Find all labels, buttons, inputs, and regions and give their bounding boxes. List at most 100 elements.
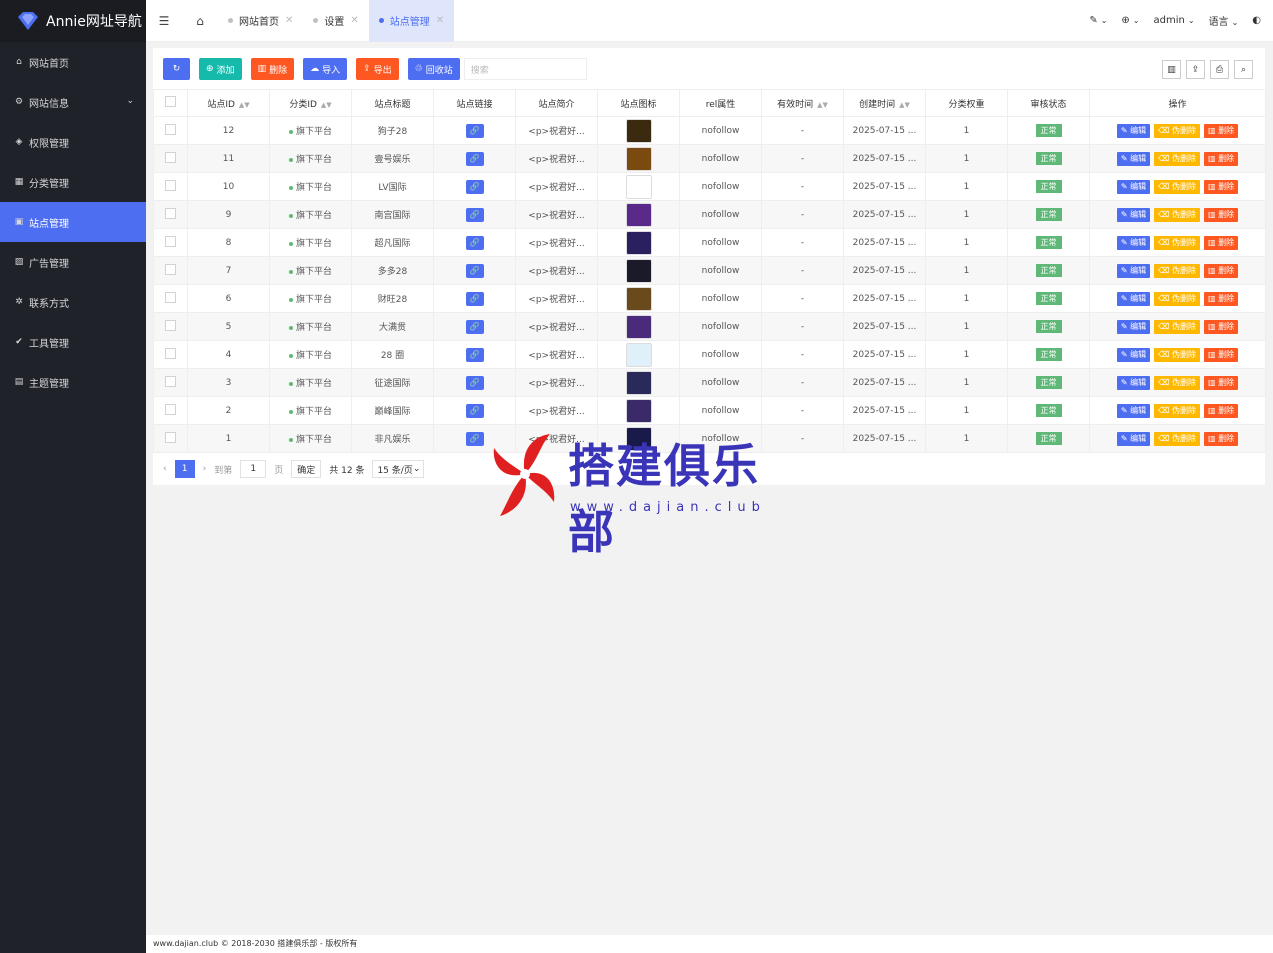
link-icon[interactable]: 🔗 <box>465 123 484 138</box>
search-icon[interactable]: ⌕ <box>1234 60 1253 79</box>
tab-home[interactable]: 网站首页 ✕ <box>218 0 303 42</box>
row-delete-button[interactable]: ▥ 删除 <box>1204 319 1239 334</box>
next-page-icon[interactable]: › <box>203 464 207 474</box>
site-logo-image[interactable] <box>625 286 652 311</box>
sort-icon[interactable]: ▲▼ <box>817 101 828 109</box>
row-checkbox[interactable] <box>153 340 188 369</box>
row-checkbox[interactable] <box>153 312 188 341</box>
refresh-button[interactable]: ↻ <box>163 58 190 80</box>
row-delete-button[interactable]: ▥ 删除 <box>1204 151 1239 166</box>
row-delete-button[interactable]: ▥ 删除 <box>1204 207 1239 222</box>
site-logo-image[interactable] <box>625 230 652 255</box>
site-logo-image[interactable] <box>625 146 652 171</box>
search-input[interactable]: 搜索 <box>463 58 587 80</box>
row-delete-button[interactable]: ▥ 删除 <box>1204 431 1239 446</box>
fake-delete-button[interactable]: ⌫ 伪删除 <box>1154 151 1200 166</box>
sidebar-item-8[interactable]: ▤ 主题管理 <box>0 362 146 402</box>
fake-delete-button[interactable]: ⌫ 伪删除 <box>1154 319 1200 334</box>
link-icon[interactable]: 🔗 <box>465 347 484 362</box>
link-icon[interactable]: 🔗 <box>465 431 484 446</box>
edit-button[interactable]: ✎ 编辑 <box>1116 291 1151 306</box>
row-checkbox[interactable] <box>153 368 188 397</box>
link-icon[interactable]: 🔗 <box>465 319 484 334</box>
link-icon[interactable]: 🔗 <box>465 263 484 278</box>
col-category-id[interactable]: 分类ID ▲▼ <box>269 89 352 117</box>
link-icon[interactable]: 🔗 <box>465 151 484 166</box>
col-valid-time[interactable]: 有效时间 ▲▼ <box>761 89 844 117</box>
confirm-button[interactable]: 确定 <box>291 460 322 478</box>
sort-icon[interactable]: ▲▼ <box>899 101 910 109</box>
edit-button[interactable]: ✎ 编辑 <box>1116 235 1151 250</box>
site-logo-image[interactable] <box>625 398 652 423</box>
goto-page-input[interactable]: 1 <box>240 460 267 478</box>
site-logo-image[interactable] <box>625 370 652 395</box>
home-icon[interactable]: ⌂ <box>182 0 218 42</box>
sidebar-item-2[interactable]: ◈ 权限管理 <box>0 122 146 162</box>
sidebar-item-5[interactable]: ▨ 广告管理 <box>0 242 146 282</box>
row-checkbox[interactable] <box>153 116 188 145</box>
fake-delete-button[interactable]: ⌫ 伪删除 <box>1154 235 1200 250</box>
edit-button[interactable]: ✎ 编辑 <box>1116 207 1151 222</box>
sidebar-item-7[interactable]: ✔ 工具管理 <box>0 322 146 362</box>
site-logo-image[interactable] <box>625 118 652 143</box>
language-menu[interactable]: 语言 ⌄ <box>1209 13 1239 28</box>
menu-toggle-icon[interactable]: ☰ <box>146 0 182 42</box>
add-button[interactable]: ⊕ 添加 <box>199 58 242 80</box>
row-delete-button[interactable]: ▥ 删除 <box>1204 263 1239 278</box>
row-checkbox[interactable] <box>153 200 188 229</box>
sidebar-item-3[interactable]: ▦ 分类管理 <box>0 162 146 202</box>
sidebar-item-4[interactable]: ▣ 站点管理 <box>0 202 146 242</box>
fake-delete-button[interactable]: ⌫ 伪删除 <box>1154 347 1200 362</box>
globe-icon[interactable]: ⊕ ⌄ <box>1121 15 1139 26</box>
row-delete-button[interactable]: ▥ 删除 <box>1204 291 1239 306</box>
edit-button[interactable]: ✎ 编辑 <box>1116 319 1151 334</box>
clear-cache-icon[interactable]: ✎ ⌄ <box>1089 15 1107 26</box>
palette-icon[interactable]: ◐ <box>1252 15 1261 26</box>
row-delete-button[interactable]: ▥ 删除 <box>1204 235 1239 250</box>
fake-delete-button[interactable]: ⌫ 伪删除 <box>1154 263 1200 278</box>
export-table-icon[interactable]: ⇪ <box>1186 60 1205 79</box>
sidebar-item-6[interactable]: ✲ 联系方式 <box>0 282 146 322</box>
delete-button[interactable]: ▥ 删除 <box>250 58 295 80</box>
edit-button[interactable]: ✎ 编辑 <box>1116 151 1151 166</box>
edit-button[interactable]: ✎ 编辑 <box>1116 431 1151 446</box>
col-created-time[interactable]: 创建时间 ▲▼ <box>843 89 926 117</box>
row-checkbox[interactable] <box>153 228 188 257</box>
close-icon[interactable]: ✕ <box>285 15 293 26</box>
row-checkbox[interactable] <box>153 172 188 201</box>
row-delete-button[interactable]: ▥ 删除 <box>1204 179 1239 194</box>
export-button[interactable]: ⇪ 导出 <box>356 58 399 80</box>
sidebar-item-0[interactable]: ⌂ 网站首页 <box>0 42 146 82</box>
link-icon[interactable]: 🔗 <box>465 179 484 194</box>
link-icon[interactable]: 🔗 <box>465 403 484 418</box>
row-checkbox[interactable] <box>153 284 188 313</box>
site-logo-image[interactable] <box>625 202 652 227</box>
print-icon[interactable]: ⎙ <box>1210 60 1229 79</box>
prev-page-icon[interactable]: ‹ <box>163 464 167 474</box>
columns-icon[interactable]: ▥ <box>1162 60 1181 79</box>
link-icon[interactable]: 🔗 <box>465 375 484 390</box>
row-checkbox[interactable] <box>153 424 188 453</box>
tab-site-management[interactable]: 站点管理 ✕ <box>368 0 455 42</box>
sort-icon[interactable]: ▲▼ <box>239 101 250 109</box>
edit-button[interactable]: ✎ 编辑 <box>1116 179 1151 194</box>
row-checkbox[interactable] <box>153 256 188 285</box>
link-icon[interactable]: 🔗 <box>465 207 484 222</box>
fake-delete-button[interactable]: ⌫ 伪删除 <box>1154 403 1200 418</box>
edit-button[interactable]: ✎ 编辑 <box>1116 123 1151 138</box>
row-delete-button[interactable]: ▥ 删除 <box>1204 375 1239 390</box>
fake-delete-button[interactable]: ⌫ 伪删除 <box>1154 123 1200 138</box>
site-logo-image[interactable] <box>625 342 652 367</box>
row-delete-button[interactable]: ▥ 删除 <box>1204 403 1239 418</box>
current-page[interactable]: 1 <box>174 460 195 478</box>
fake-delete-button[interactable]: ⌫ 伪删除 <box>1154 179 1200 194</box>
fake-delete-button[interactable]: ⌫ 伪删除 <box>1154 291 1200 306</box>
row-delete-button[interactable]: ▥ 删除 <box>1204 123 1239 138</box>
fake-delete-button[interactable]: ⌫ 伪删除 <box>1154 375 1200 390</box>
col-site-id[interactable]: 站点ID ▲▼ <box>187 89 270 117</box>
fake-delete-button[interactable]: ⌫ 伪删除 <box>1154 207 1200 222</box>
recycle-bin-button[interactable]: ♲ 回收站 <box>407 58 460 80</box>
row-checkbox[interactable] <box>153 396 188 425</box>
tab-settings[interactable]: 设置 ✕ <box>303 0 368 42</box>
close-icon[interactable]: ✕ <box>436 15 444 26</box>
